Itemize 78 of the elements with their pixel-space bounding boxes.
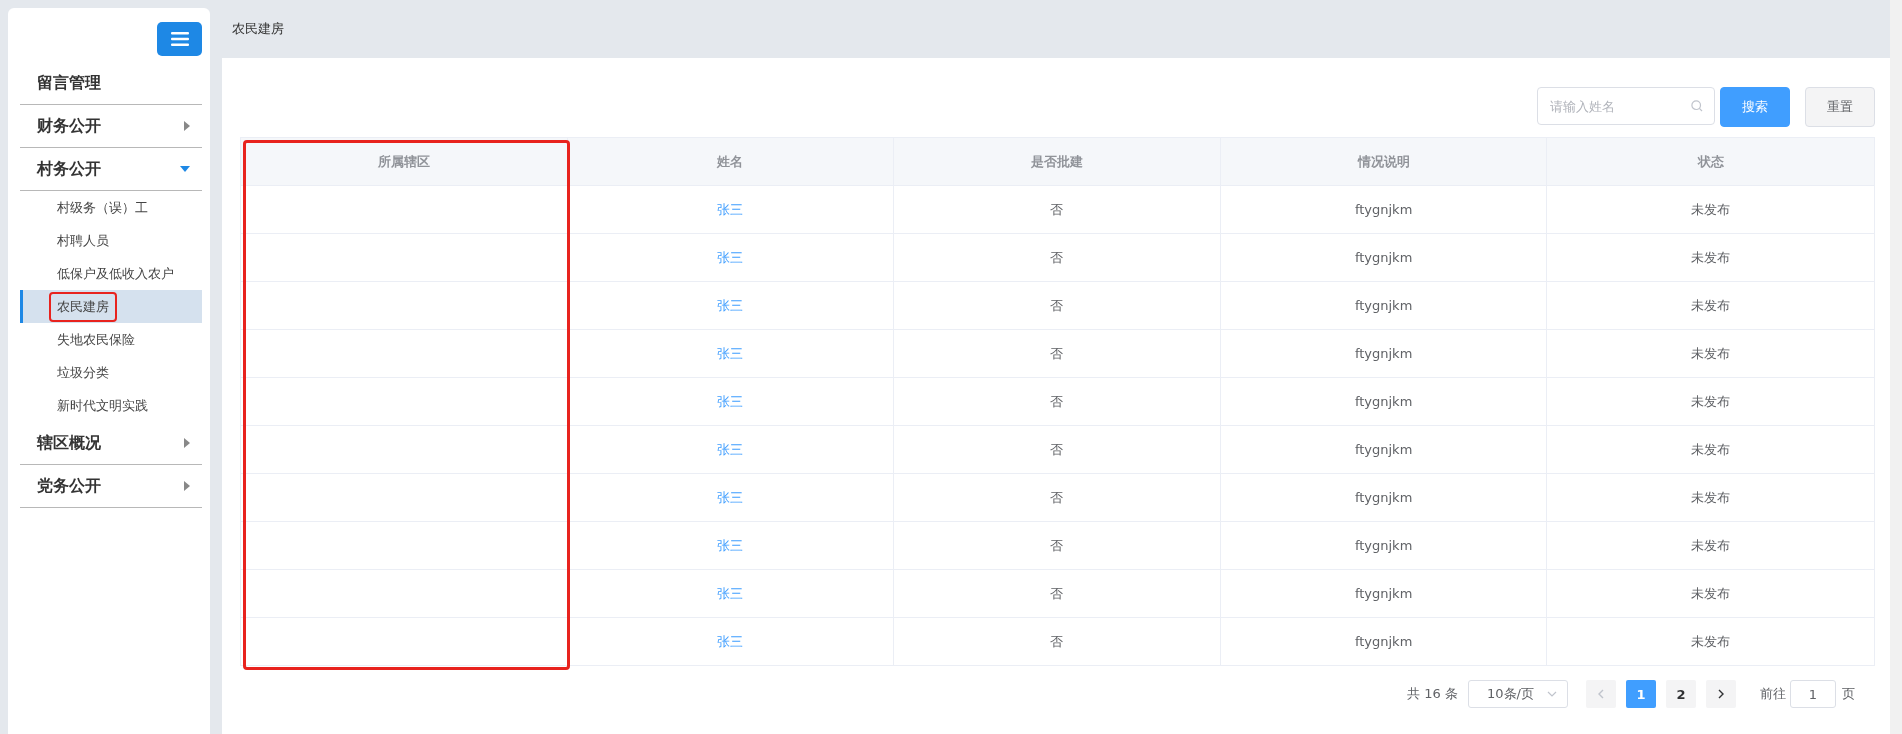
search-icon [1691, 100, 1703, 112]
table-cell: 未发布 [1691, 536, 1731, 555]
nav-group[interactable]: 党务公开 [20, 465, 202, 508]
next-page-button[interactable] [1706, 680, 1736, 708]
chevron-down-icon [1547, 691, 1557, 697]
caret-right-icon [184, 481, 190, 491]
table-cell: 否 [1050, 344, 1064, 363]
table-cell: 未发布 [1691, 632, 1731, 651]
table-cell: 否 [1050, 440, 1064, 459]
column-header: 所属辖区 [241, 138, 568, 185]
table-cell: ftygnjkm [1354, 634, 1413, 649]
table-cell: ftygnjkm [1354, 394, 1413, 409]
table-cell: ftygnjkm [1354, 538, 1413, 553]
caret-right-icon [184, 438, 190, 448]
page-button[interactable]: 2 [1666, 680, 1696, 708]
table-cell: ftygnjkm [1354, 490, 1413, 505]
nav-subitem-label: 村聘人员 [57, 231, 109, 250]
page-size-select[interactable]: 10条/页 [1468, 680, 1568, 708]
table-cell: 否 [1050, 536, 1064, 555]
nav-subitem[interactable]: 农民建房 [20, 290, 202, 323]
column-header: 姓名 [567, 138, 895, 185]
nav-subitem[interactable]: 失地农民保险 [20, 323, 202, 356]
search-field[interactable]: 请输入姓名 [1537, 87, 1715, 125]
table-cell: 未发布 [1691, 584, 1731, 603]
nav-subitem-label: 低保户及低收入农户 [57, 264, 174, 283]
nav-subitem[interactable]: 新时代文明实践 [20, 389, 202, 422]
goto-page-field[interactable]: 1 [1790, 680, 1836, 708]
chevron-left-icon [1598, 689, 1604, 699]
nav-subitem[interactable]: 低保户及低收入农户 [20, 257, 202, 290]
table-cell: ftygnjkm [1354, 298, 1413, 313]
nav-group-label: 村务公开 [37, 158, 101, 180]
nav-group[interactable]: 村务公开 [20, 148, 202, 191]
table-cell: ftygnjkm [1354, 346, 1413, 361]
caret-right-icon [184, 121, 190, 131]
table-cell: 否 [1050, 488, 1064, 507]
nav-group[interactable]: 财务公开 [20, 105, 202, 148]
nav-subitem-label: 失地农民保险 [57, 330, 135, 349]
nav-subitem-label: 垃圾分类 [57, 363, 109, 382]
nav-subitem[interactable]: 村级务（误）工 [20, 191, 202, 224]
table-cell: 否 [1050, 632, 1064, 651]
nav-subitem-label: 农民建房 [49, 291, 117, 322]
nav-subitem[interactable]: 村聘人员 [20, 224, 202, 257]
menu-icon [170, 32, 189, 46]
table-cell: 未发布 [1691, 296, 1731, 315]
reset-button[interactable]: 重置 [1805, 87, 1875, 127]
table-cell: 未发布 [1691, 392, 1731, 411]
menu-button[interactable] [157, 22, 202, 56]
breadcrumb: 农民建房 [232, 20, 284, 38]
nav-subitem-label: 村级务（误）工 [57, 198, 148, 217]
table-cell: 未发布 [1691, 440, 1731, 459]
nav-group-label: 党务公开 [37, 475, 101, 497]
table-cell: 否 [1050, 296, 1064, 315]
table-cell: ftygnjkm [1354, 250, 1413, 265]
table-cell: 未发布 [1691, 248, 1731, 267]
table-cell: 否 [1050, 248, 1064, 267]
table-cell: ftygnjkm [1354, 586, 1413, 601]
table-cell: 否 [1050, 584, 1064, 603]
total-count: 共 16 条 [1407, 685, 1458, 703]
nav-group-label: 财务公开 [37, 115, 101, 137]
table-cell: 否 [1050, 200, 1064, 219]
table-cell: 未发布 [1691, 488, 1731, 507]
table-cell: 未发布 [1691, 344, 1731, 363]
column-header: 是否批建 [894, 138, 1221, 185]
page-suffix: 页 [1842, 685, 1855, 703]
table-cell: ftygnjkm [1354, 442, 1413, 457]
table-cell: 否 [1050, 392, 1064, 411]
column-header: 情况说明 [1220, 138, 1548, 185]
nav-group-label: 辖区概况 [37, 432, 101, 454]
table-cell: ftygnjkm [1354, 202, 1413, 217]
nav-group[interactable]: 辖区概况 [20, 422, 202, 465]
nav-item[interactable]: 留言管理 [20, 62, 202, 105]
nav-subitem[interactable]: 垃圾分类 [20, 356, 202, 389]
caret-down-icon [180, 166, 190, 172]
nav-subitem-label: 新时代文明实践 [57, 396, 148, 415]
column-header: 状态 [1696, 152, 1725, 171]
goto-label: 前往 [1760, 685, 1786, 703]
chevron-right-icon [1718, 689, 1724, 699]
table-cell: 未发布 [1691, 200, 1731, 219]
